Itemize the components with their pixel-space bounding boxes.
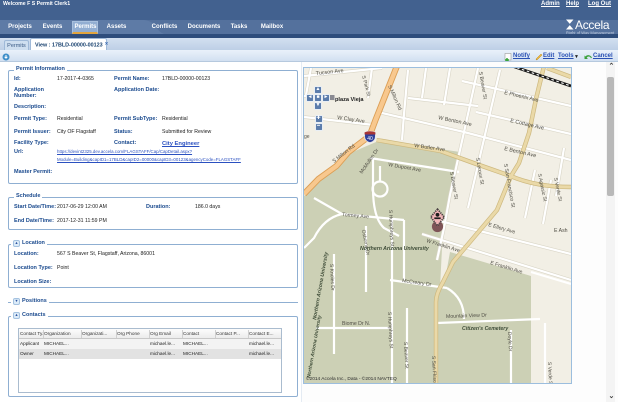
svg-text:©2014 Accela Inc., Data - ©201: ©2014 Accela Inc., Data - ©2014 NAVTEQ — [306, 375, 397, 382]
svg-text:Northern Arizona University: Northern Arizona University — [360, 246, 430, 252]
svg-text:plaza Vieja: plaza Vieja — [335, 97, 364, 103]
svg-text:40: 40 — [367, 136, 373, 142]
svg-text:Biome Dr N.: Biome Dr N. — [342, 321, 370, 327]
svg-text:ge: ge — [304, 134, 310, 140]
svg-text:Doyle Dr: Doyle Dr — [506, 332, 513, 352]
svg-text:S Verde St: S Verde St — [546, 362, 553, 384]
svg-text:Citizen's Cemetery: Citizen's Cemetery — [462, 326, 509, 332]
svg-text:E Ash: E Ash — [554, 228, 568, 234]
